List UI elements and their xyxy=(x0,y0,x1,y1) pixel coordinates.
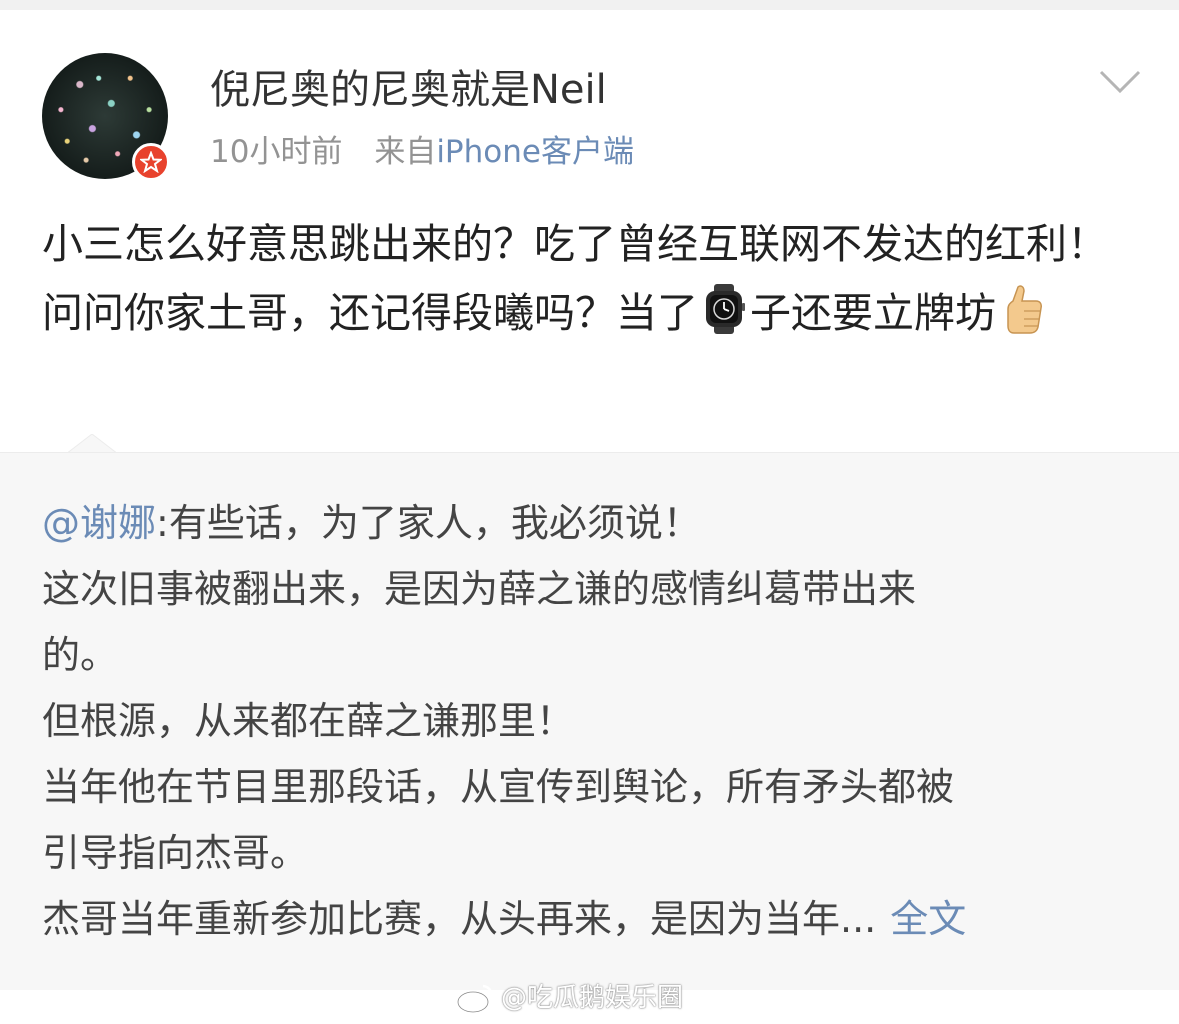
post-body: 小三怎么好意思跳出来的？吃了曾经互联网不发达的红利！问问你家土哥，还记得段曦吗？… xyxy=(42,210,1137,348)
top-divider xyxy=(0,0,1179,10)
weibo-post-card: 倪尼奥的尼奥就是Neil 10小时前 来自iPhone客户端 小三怎么好意思跳出… xyxy=(0,0,1179,1024)
post-source: 来自iPhone客户端 xyxy=(374,134,634,170)
repost-line: 这次旧事被翻出来，是因为薛之谦的感情纠葛带出来 xyxy=(42,567,917,611)
repost-line: 当年他在节目里那段话，从宣传到舆论，所有矛头都被 xyxy=(42,765,955,809)
repost-line: @谢娜:有些话，为了家人，我必须说！ xyxy=(42,490,1137,556)
repost-line-text: :有些话，为了家人，我必须说！ xyxy=(156,501,701,545)
post-text-part2: 子还要立牌坊 xyxy=(750,289,996,337)
weibo-logo-icon xyxy=(456,984,493,1014)
verified-badge-icon xyxy=(132,143,170,181)
watermark: @吃瓜鹅娱乐圈 xyxy=(455,978,683,1018)
chevron-down-icon[interactable] xyxy=(1098,68,1142,96)
repost-line: 杰哥当年重新参加比赛，从头再来，是因为当年... 全文 xyxy=(42,886,1137,952)
source-client-link[interactable]: iPhone客户端 xyxy=(436,134,634,170)
username[interactable]: 倪尼奥的尼奥就是Neil xyxy=(210,66,607,114)
mention-link[interactable]: @谢娜 xyxy=(42,501,156,545)
watch-icon xyxy=(702,283,746,335)
repost-line: 的。 xyxy=(42,633,119,677)
repost-notch xyxy=(66,434,118,454)
watermark-text: @吃瓜鹅娱乐圈 xyxy=(501,983,684,1013)
source-prefix: 来自 xyxy=(374,134,437,170)
full-text-link[interactable]: 全文 xyxy=(890,897,966,941)
post-time: 10小时前 xyxy=(210,134,343,170)
repost-body: @谢娜:有些话，为了家人，我必须说！ 这次旧事被翻出来，是因为薛之谦的感情纠葛带… xyxy=(42,490,1137,952)
repost-line: 但根源，从来都在薛之谦那里！ xyxy=(42,699,575,743)
post-meta: 10小时前 来自iPhone客户端 xyxy=(210,132,634,172)
repost-line: 引导指向杰哥。 xyxy=(42,831,309,875)
thumbs-up-icon xyxy=(1000,283,1044,335)
repost-line-text: 杰哥当年重新参加比赛，从头再来，是因为当年... xyxy=(42,897,877,941)
